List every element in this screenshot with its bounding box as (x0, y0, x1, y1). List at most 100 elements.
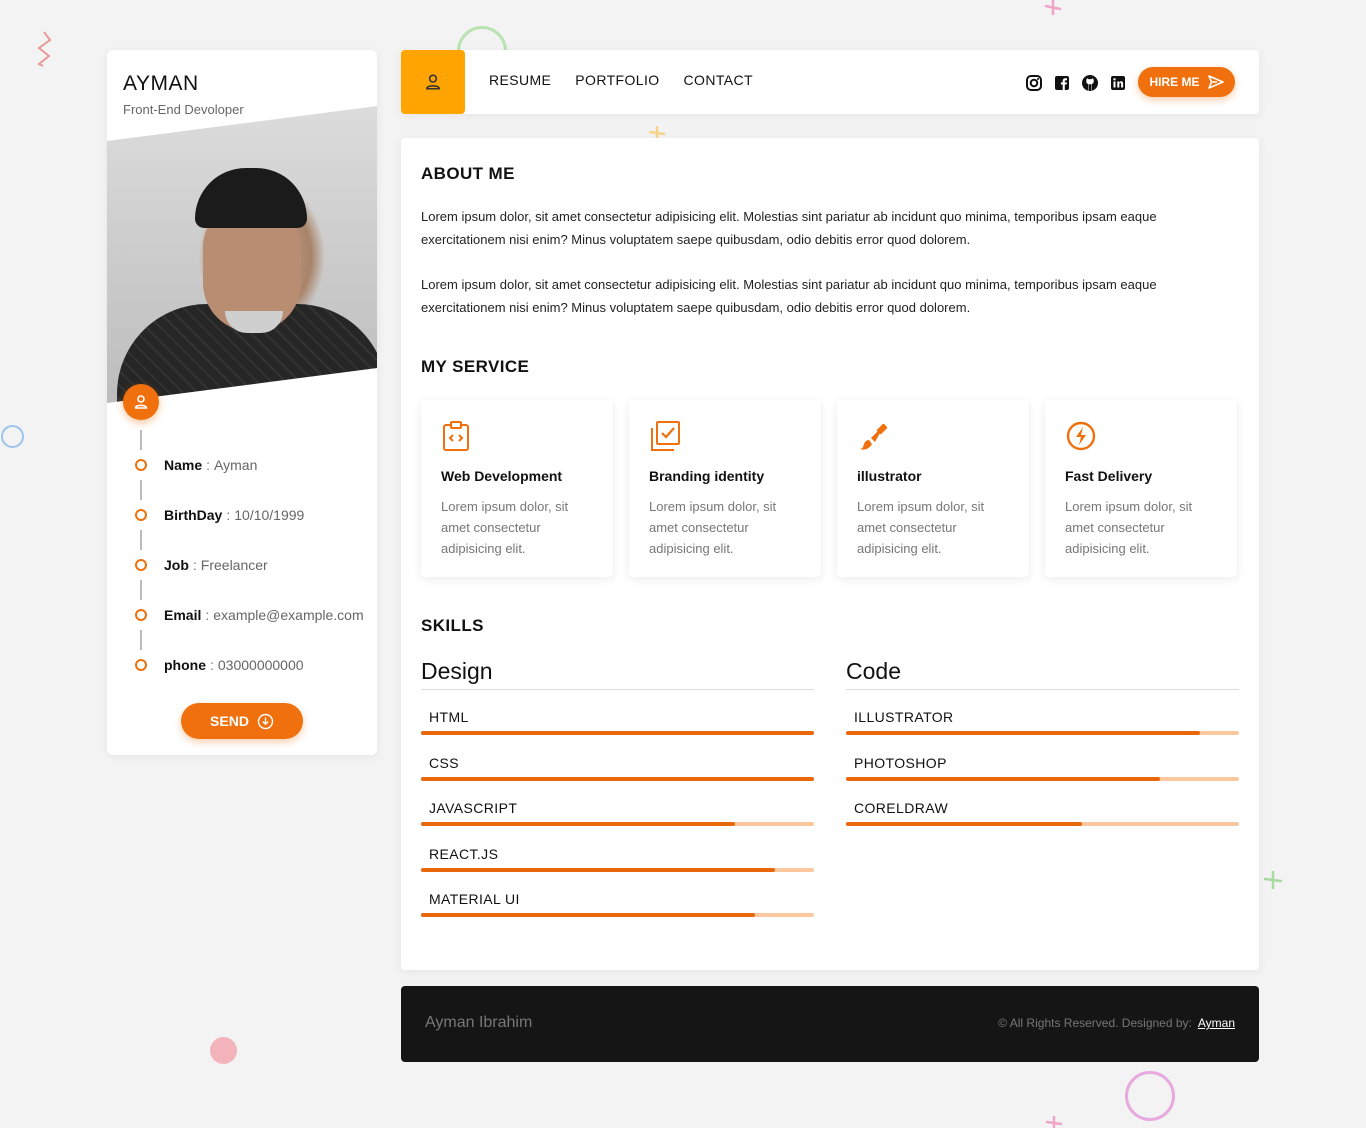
decorative-plus-icon (1264, 871, 1282, 889)
user-icon (426, 74, 440, 90)
hire-me-label: HIRE ME (1149, 75, 1200, 89)
skill-progress-bar (846, 776, 1239, 781)
service-title: illustrator (857, 468, 922, 484)
info-value: 10/10/1999 (234, 507, 305, 523)
nav-link-portfolio[interactable]: PORTFOLIO (575, 72, 659, 88)
designer-link[interactable]: Ayman (1198, 1016, 1235, 1030)
decorative-ring (1, 425, 24, 448)
download-circle-icon (257, 713, 274, 729)
code-icon (443, 421, 469, 451)
decorative-dot (210, 1037, 237, 1064)
send-arrow-icon (1207, 75, 1224, 89)
facebook-icon[interactable] (1053, 74, 1071, 92)
service-desc: Lorem ipsum dolor, sit amet consectetur … (1065, 499, 1193, 556)
skill-item: ILLUSTRATOR (846, 690, 1239, 736)
circle-bullet-icon (135, 509, 147, 521)
send-button-label: SEND (210, 713, 249, 729)
footer: Ayman Ibrahim © All Rights Reserved. Des… (401, 986, 1259, 1062)
info-item-email: Email : example@example.com (135, 600, 375, 630)
user-icon (134, 395, 148, 409)
decorative-plus-icon (1046, 1116, 1062, 1128)
top-navbar: RESUME PORTFOLIO CONTACT HIRE ME (401, 50, 1259, 114)
skills-column-title: Design (421, 658, 814, 690)
skill-item: CSS (421, 736, 814, 782)
profile-name: AYMAN (123, 72, 199, 95)
footer-brand: Ayman Ibrahim (425, 1014, 533, 1031)
service-title: Web Development (441, 468, 563, 484)
user-avatar-button[interactable] (123, 384, 159, 420)
info-item-name: Name : Ayman (135, 450, 375, 480)
skill-progress-bar (421, 913, 814, 917)
info-item-phone: phone : 03000000000 (135, 650, 375, 680)
circle-bullet-icon (135, 459, 147, 471)
instagram-icon[interactable] (1025, 74, 1043, 92)
profile-photo (107, 106, 377, 403)
lightning-icon (1066, 421, 1096, 451)
profile-info-list: Name : Ayman BirthDay : 10/10/1999 Job :… (135, 430, 375, 680)
footer-rights: © All Rights Reserved. Designed by: Ayman (998, 1016, 1235, 1030)
skill-progress-bar (421, 867, 814, 872)
skill-name: REACT.JS (429, 845, 499, 862)
skills-column-title: Code (846, 658, 1239, 690)
skills-column-design: Design HTML CSS JAVASCRIPT REACT.JS MATE… (421, 658, 814, 918)
decorative-ring (1125, 1071, 1175, 1121)
skills-section-title: SKILLS (417, 616, 485, 641)
about-paragraph: Lorem ipsum dolor, sit amet consectetur … (421, 209, 1157, 247)
service-title: Branding identity (649, 468, 765, 484)
main-content-card: ABOUT ME Lorem ipsum dolor, sit amet con… (401, 138, 1259, 970)
skill-name: CORELDRAW (854, 800, 949, 816)
skill-name: MATERIAL UI (429, 891, 520, 907)
info-label: Email (164, 607, 202, 623)
service-title: Fast Delivery (1065, 468, 1153, 484)
circle-bullet-icon (135, 609, 147, 621)
info-label: BirthDay (164, 507, 223, 523)
linkedin-icon[interactable] (1109, 74, 1127, 92)
skill-name: JAVASCRIPT (429, 800, 518, 816)
service-card: Web Development Lorem ipsum dolor, sit a… (421, 400, 613, 577)
skill-name: ILLUSTRATOR (854, 709, 954, 725)
info-item-birthday: BirthDay : 10/10/1999 (135, 500, 375, 530)
nav-link-resume[interactable]: RESUME (489, 72, 551, 88)
brush-icon (860, 423, 888, 450)
profile-card: AYMAN Front-End Devoloper Name : Ayman B… (107, 50, 377, 755)
skill-item: HTML (421, 690, 814, 736)
skill-name: CSS (429, 754, 459, 771)
skill-item: PHOTOSHOP (846, 736, 1239, 782)
service-desc: Lorem ipsum dolor, sit amet consectetur … (857, 499, 985, 556)
skill-progress-bar (846, 822, 1239, 826)
profile-role: Front-End Devoloper (123, 102, 244, 117)
home-button[interactable] (401, 50, 465, 114)
decorative-plus-icon (648, 126, 666, 138)
services-list: Web Development Lorem ipsum dolor, sit a… (421, 400, 1237, 577)
hire-me-button[interactable]: HIRE ME (1138, 67, 1235, 97)
skill-item: MATERIAL UI (421, 872, 814, 918)
service-card: Fast Delivery Lorem ipsum dolor, sit ame… (1045, 400, 1237, 577)
send-button[interactable]: SEND (181, 703, 303, 739)
service-card: illustrator Lorem ipsum dolor, sit amet … (837, 400, 1029, 577)
skill-progress-bar (421, 822, 814, 826)
checklist-icon (651, 421, 680, 451)
info-value: Freelancer (200, 557, 268, 573)
decorative-zigzag (37, 31, 52, 67)
github-icon[interactable] (1081, 74, 1099, 92)
service-card: Branding identity Lorem ipsum dolor, sit… (629, 400, 821, 577)
info-value: Ayman (214, 457, 258, 473)
circle-bullet-icon (135, 559, 147, 571)
skill-progress-bar (846, 731, 1239, 735)
info-value: example@example.com (213, 607, 364, 623)
about-paragraph: Lorem ipsum dolor, sit amet consectetur … (421, 277, 1157, 315)
info-value: 03000000000 (217, 657, 304, 673)
skill-progress-bar (421, 731, 814, 735)
service-desc: Lorem ipsum dolor, sit amet consectetur … (649, 499, 777, 556)
skill-item: CORELDRAW (846, 781, 1239, 827)
skill-name: HTML (429, 709, 469, 725)
service-section-title: MY SERVICE (417, 357, 535, 382)
about-section-title: ABOUT ME (417, 164, 519, 189)
info-label: phone (164, 657, 206, 673)
skill-item: JAVASCRIPT (421, 781, 814, 827)
info-label: Job (164, 557, 189, 573)
nav-link-contact[interactable]: CONTACT (684, 72, 753, 88)
skill-name: PHOTOSHOP (854, 754, 947, 771)
service-desc: Lorem ipsum dolor, sit amet consectetur … (441, 499, 569, 556)
info-label: Name (164, 457, 203, 473)
